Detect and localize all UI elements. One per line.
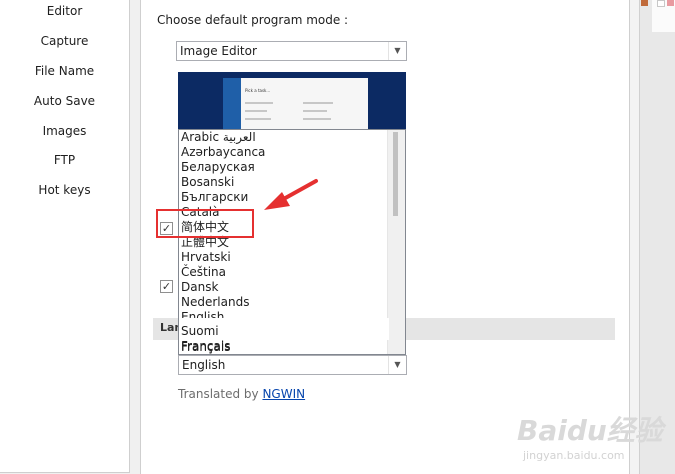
watermark-url: jingyan.baidu.com — [523, 449, 625, 462]
annotation-arrow-icon — [264, 179, 318, 210]
baidu-watermark: Baidu经验 jingyan.baidu.com — [513, 405, 663, 471]
watermark-logo: Baidu经验 — [517, 414, 663, 447]
